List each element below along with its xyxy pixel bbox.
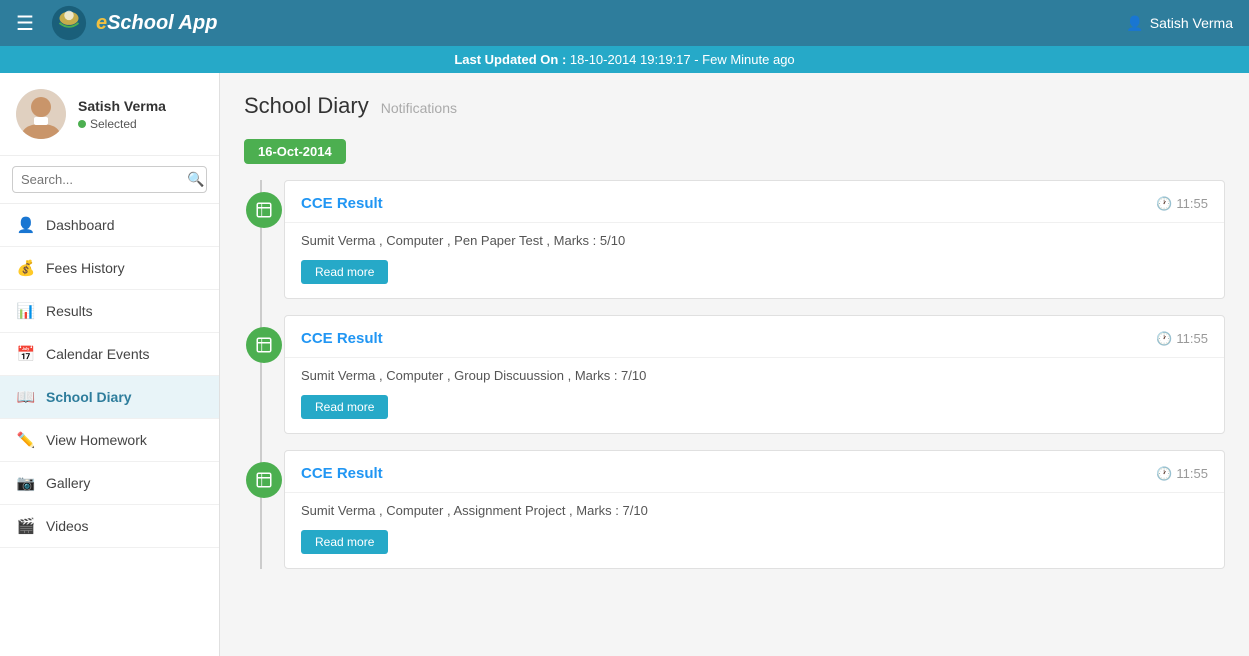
- timeline: CCE Result 🕐 11:55 Sumit Verma , Compute…: [244, 180, 1225, 569]
- avatar: [16, 89, 66, 139]
- sidebar-item-label: School Diary: [46, 389, 132, 405]
- card-title: CCE Result: [301, 330, 383, 347]
- time-value: 11:55: [1176, 331, 1208, 346]
- card-divider: [285, 492, 1224, 493]
- card-description: Sumit Verma , Computer , Pen Paper Test …: [301, 233, 1208, 248]
- timeline-dot: [246, 462, 282, 498]
- nav-menu: 👤 Dashboard 💰 Fees History 📊 Results 📅 C…: [0, 204, 219, 548]
- sidebar-item-calendar-events[interactable]: 📅 Calendar Events: [0, 333, 219, 376]
- read-more-button[interactable]: Read more: [301, 395, 388, 419]
- sidebar-item-label: Videos: [46, 518, 89, 534]
- card-header: CCE Result 🕐 11:55: [301, 195, 1208, 212]
- timeline-dot: [246, 192, 282, 228]
- page-header: School Diary Notifications: [244, 93, 1225, 119]
- clock-icon: 🕐: [1156, 466, 1172, 482]
- search-button[interactable]: 🔍: [187, 171, 204, 188]
- sidebar-item-school-diary[interactable]: 📖 School Diary: [0, 376, 219, 419]
- diary-card: CCE Result 🕐 11:55 Sumit Verma , Compute…: [284, 450, 1225, 569]
- card-header: CCE Result 🕐 11:55: [301, 465, 1208, 482]
- update-value: 18-10-2014 19:19:17 - Few Minute ago: [570, 52, 795, 67]
- timeline-item: CCE Result 🕐 11:55 Sumit Verma , Compute…: [284, 180, 1225, 299]
- read-more-button[interactable]: Read more: [301, 260, 388, 284]
- sidebar-item-label: Gallery: [46, 475, 90, 491]
- sidebar-item-label: View Homework: [46, 432, 147, 448]
- timeline-item: CCE Result 🕐 11:55 Sumit Verma , Compute…: [284, 315, 1225, 434]
- sidebar: Satish Verma Selected 🔍 👤 Dashboard 💰 Fe…: [0, 73, 220, 656]
- dashboard-icon: 👤: [16, 216, 36, 234]
- profile-info: Satish Verma Selected: [78, 98, 166, 131]
- sidebar-profile: Satish Verma Selected: [0, 73, 219, 156]
- clock-icon: 🕐: [1156, 331, 1172, 347]
- search-box: 🔍: [0, 156, 219, 204]
- content-area: School Diary Notifications 16-Oct-2014 C…: [220, 73, 1249, 656]
- sidebar-item-gallery[interactable]: 📷 Gallery: [0, 462, 219, 505]
- diary-card: CCE Result 🕐 11:55 Sumit Verma , Compute…: [284, 315, 1225, 434]
- sidebar-item-fees-history[interactable]: 💰 Fees History: [0, 247, 219, 290]
- timeline-dot: [246, 327, 282, 363]
- card-time: 🕐 11:55: [1156, 196, 1208, 212]
- card-time: 🕐 11:55: [1156, 331, 1208, 347]
- search-input[interactable]: [12, 166, 207, 193]
- results-icon: 📊: [16, 302, 36, 320]
- date-badge: 16-Oct-2014: [244, 139, 346, 164]
- card-time: 🕐 11:55: [1156, 466, 1208, 482]
- sidebar-item-view-homework[interactable]: ✏️ View Homework: [0, 419, 219, 462]
- update-label: Last Updated On :: [454, 52, 566, 67]
- card-divider: [285, 357, 1224, 358]
- read-more-button[interactable]: Read more: [301, 530, 388, 554]
- time-value: 11:55: [1176, 466, 1208, 481]
- timeline-item: CCE Result 🕐 11:55 Sumit Verma , Compute…: [284, 450, 1225, 569]
- sidebar-item-label: Fees History: [46, 260, 125, 276]
- page-title: School Diary: [244, 93, 369, 119]
- sidebar-item-results[interactable]: 📊 Results: [0, 290, 219, 333]
- fees-icon: 💰: [16, 259, 36, 277]
- diary-icon: 📖: [16, 388, 36, 406]
- time-value: 11:55: [1176, 196, 1208, 211]
- card-header: CCE Result 🕐 11:55: [301, 330, 1208, 347]
- navbar-username: Satish Verma: [1150, 15, 1233, 31]
- card-title: CCE Result: [301, 195, 383, 212]
- app-title: eSchool App: [96, 12, 218, 35]
- card-description: Sumit Verma , Computer , Assignment Proj…: [301, 503, 1208, 518]
- profile-status: Selected: [78, 117, 166, 131]
- sidebar-item-videos[interactable]: 🎬 Videos: [0, 505, 219, 548]
- navbar: ☰ eSchool App 👤 Satish Verma: [0, 0, 1249, 46]
- status-label: Selected: [90, 117, 137, 131]
- sidebar-item-label: Dashboard: [46, 217, 115, 233]
- logo-icon: [50, 4, 88, 42]
- clock-icon: 🕐: [1156, 196, 1172, 212]
- diary-card: CCE Result 🕐 11:55 Sumit Verma , Compute…: [284, 180, 1225, 299]
- calendar-icon: 📅: [16, 345, 36, 363]
- status-dot: [78, 120, 86, 128]
- brand: eSchool App: [50, 4, 218, 42]
- gallery-icon: 📷: [16, 474, 36, 492]
- sidebar-item-label: Results: [46, 303, 93, 319]
- navbar-user: 👤 Satish Verma: [1126, 15, 1233, 32]
- homework-icon: ✏️: [16, 431, 36, 449]
- hamburger-icon[interactable]: ☰: [16, 11, 34, 36]
- card-title: CCE Result: [301, 465, 383, 482]
- videos-icon: 🎬: [16, 517, 36, 535]
- profile-name: Satish Verma: [78, 98, 166, 114]
- card-divider: [285, 222, 1224, 223]
- card-description: Sumit Verma , Computer , Group Discuussi…: [301, 368, 1208, 383]
- sidebar-item-label: Calendar Events: [46, 346, 150, 362]
- user-icon: 👤: [1126, 15, 1143, 32]
- sidebar-item-dashboard[interactable]: 👤 Dashboard: [0, 204, 219, 247]
- update-bar: Last Updated On : 18-10-2014 19:19:17 - …: [0, 46, 1249, 73]
- page-subtitle: Notifications: [381, 100, 457, 116]
